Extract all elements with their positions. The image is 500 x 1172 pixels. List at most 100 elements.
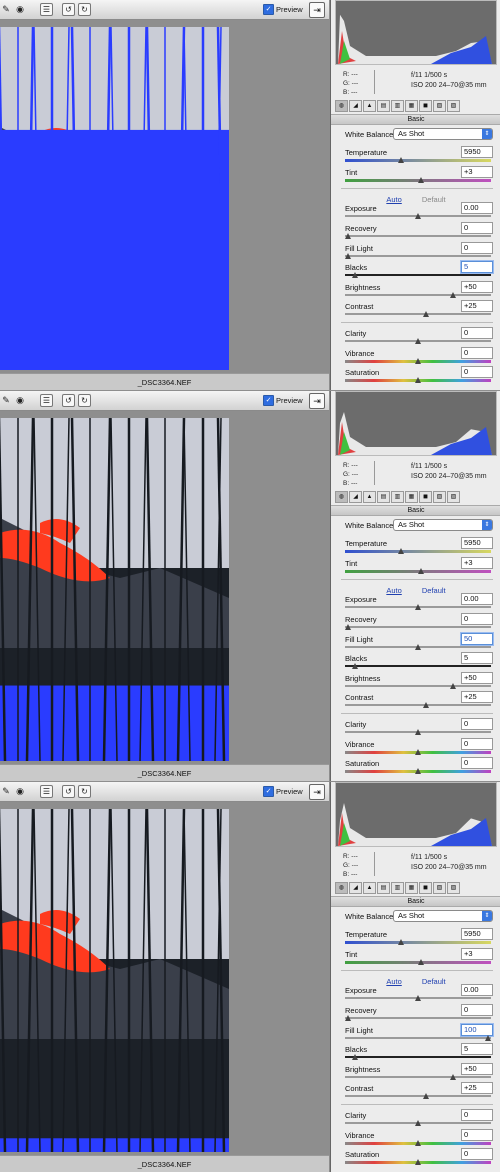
rotate-left-icon[interactable]: ↺	[62, 785, 75, 798]
camera-icon[interactable]: ◼	[419, 491, 432, 503]
slider-thumb[interactable]	[415, 358, 421, 364]
red-eye-icon[interactable]: ◉	[14, 394, 26, 406]
control-value-field[interactable]: 5	[461, 652, 493, 664]
list-icon[interactable]: ☰	[40, 394, 53, 407]
control-value-field[interactable]: 0	[461, 242, 493, 254]
tone-curve-icon[interactable]: ◢	[349, 100, 362, 112]
rotate-right-icon[interactable]: ↻	[78, 394, 91, 407]
slider-thumb[interactable]	[417, 177, 424, 183]
slider-thumb[interactable]	[352, 272, 358, 278]
slider-thumb[interactable]	[415, 768, 421, 774]
slider-thumb[interactable]	[423, 702, 430, 708]
slider-thumb[interactable]	[485, 1035, 491, 1041]
preview-toggle[interactable]: ✓ Preview	[263, 395, 303, 406]
control-value-field[interactable]: +25	[461, 1082, 493, 1094]
preview-toggle[interactable]: ✓ Preview	[263, 786, 303, 797]
control-value-field[interactable]: 0	[461, 757, 493, 769]
slider-thumb[interactable]	[415, 1120, 421, 1126]
snapshots-icon[interactable]: ▨	[447, 100, 460, 112]
preview-checkbox[interactable]: ✓	[263, 786, 274, 797]
slider-thumb[interactable]	[415, 644, 421, 650]
control-value-field[interactable]: +50	[461, 1063, 493, 1075]
slider-track[interactable]	[345, 294, 491, 296]
split-toning-icon[interactable]: ▥	[391, 882, 404, 894]
control-value-field[interactable]: 0	[461, 718, 493, 730]
control-value-field[interactable]: +50	[461, 281, 493, 293]
slider-thumb[interactable]	[423, 311, 430, 317]
detail-icon[interactable]: ▲	[363, 491, 376, 503]
snapshots-icon[interactable]: ▨	[447, 491, 460, 503]
slider-thumb[interactable]	[415, 338, 421, 344]
default-link[interactable]: Default	[422, 586, 446, 595]
slider-thumb[interactable]	[450, 683, 456, 689]
tone-curve-icon[interactable]: ◢	[349, 491, 362, 503]
slider-thumb[interactable]	[352, 663, 358, 669]
slider-thumb[interactable]	[450, 292, 456, 298]
slider-thumb[interactable]	[417, 568, 424, 574]
slider-track[interactable]	[345, 685, 491, 687]
control-value-field[interactable]: 0.00	[461, 593, 493, 605]
slider-track[interactable]	[345, 274, 491, 276]
presets-icon[interactable]: ▧	[433, 100, 446, 112]
rotate-right-icon[interactable]: ↻	[78, 3, 91, 16]
control-value-field[interactable]: 0	[461, 347, 493, 359]
hsl-icon[interactable]: ▤	[377, 100, 390, 112]
control-value-field[interactable]: 0	[461, 366, 493, 378]
detail-icon[interactable]: ▲	[363, 882, 376, 894]
slider-track[interactable]	[345, 626, 491, 628]
slider-track[interactable]	[345, 1056, 491, 1058]
white-balance-select[interactable]: As Shot ⇕	[393, 128, 493, 140]
slider-track[interactable]	[345, 1095, 491, 1097]
preview-checkbox[interactable]: ✓	[263, 4, 274, 15]
slider-thumb[interactable]	[415, 377, 421, 383]
split-toning-icon[interactable]: ▥	[391, 100, 404, 112]
control-value-field[interactable]: 5950	[461, 928, 493, 940]
control-value-field[interactable]: 0.00	[461, 984, 493, 996]
snapshots-icon[interactable]: ▨	[447, 882, 460, 894]
control-value-field[interactable]: 5	[461, 261, 493, 273]
lens-icon[interactable]: ▦	[405, 491, 418, 503]
auto-link[interactable]: Auto	[386, 586, 401, 595]
slider-thumb[interactable]	[352, 1054, 358, 1060]
default-link[interactable]: Default	[422, 195, 446, 204]
brush-icon[interactable]: ✎	[0, 3, 12, 15]
basic-tab-icon[interactable]: ◍	[335, 491, 348, 503]
camera-icon[interactable]: ◼	[419, 100, 432, 112]
rotate-right-icon[interactable]: ↻	[78, 785, 91, 798]
slider-track[interactable]	[345, 665, 491, 667]
slider-track[interactable]	[345, 255, 491, 257]
basic-tab-icon[interactable]: ◍	[335, 100, 348, 112]
control-value-field[interactable]: +3	[461, 948, 493, 960]
slider-thumb[interactable]	[415, 604, 421, 610]
red-eye-icon[interactable]: ◉	[14, 785, 26, 797]
slider-thumb[interactable]	[450, 1074, 456, 1080]
slider-thumb[interactable]	[415, 749, 421, 755]
fullscreen-icon[interactable]: ⇥	[309, 784, 325, 800]
control-value-field[interactable]: 50	[461, 633, 493, 645]
slider-thumb[interactable]	[415, 729, 421, 735]
slider-thumb[interactable]	[415, 1159, 421, 1165]
control-value-field[interactable]: 0	[461, 222, 493, 234]
slider-track[interactable]	[345, 159, 491, 162]
control-value-field[interactable]: 0	[461, 1148, 493, 1160]
list-icon[interactable]: ☰	[40, 3, 53, 16]
lens-icon[interactable]: ▦	[405, 100, 418, 112]
control-value-field[interactable]: +25	[461, 691, 493, 703]
control-value-field[interactable]: 5	[461, 1043, 493, 1055]
slider-thumb[interactable]	[398, 548, 405, 554]
hsl-icon[interactable]: ▤	[377, 491, 390, 503]
split-toning-icon[interactable]: ▥	[391, 491, 404, 503]
white-balance-select[interactable]: As Shot ⇕	[393, 910, 493, 922]
rotate-left-icon[interactable]: ↺	[62, 3, 75, 16]
slider-thumb[interactable]	[345, 624, 351, 630]
fullscreen-icon[interactable]: ⇥	[309, 393, 325, 409]
slider-thumb[interactable]	[345, 1015, 351, 1021]
control-value-field[interactable]: +25	[461, 300, 493, 312]
slider-thumb[interactable]	[398, 157, 405, 163]
default-link[interactable]: Default	[422, 977, 446, 986]
presets-icon[interactable]: ▧	[433, 491, 446, 503]
slider-track[interactable]	[345, 1017, 491, 1019]
lens-icon[interactable]: ▦	[405, 882, 418, 894]
control-value-field[interactable]: 0	[461, 1129, 493, 1141]
slider-track[interactable]	[345, 1037, 491, 1039]
